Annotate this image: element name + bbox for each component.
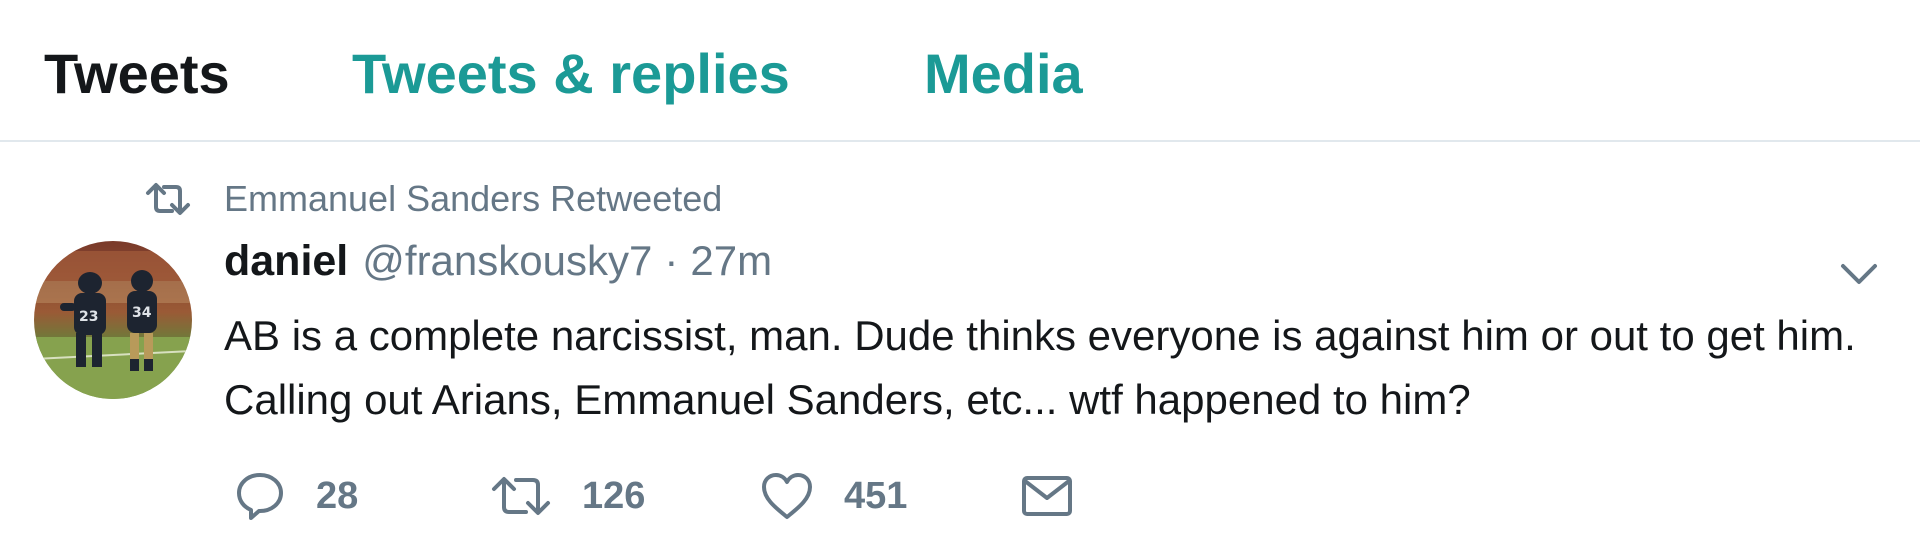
retweet-button[interactable]: 126 (490, 466, 645, 526)
like-count: 451 (844, 474, 908, 517)
tab-tweets-and-replies[interactable]: Tweets & replies (352, 42, 790, 106)
retweet-context-text: Emmanuel Sanders Retweeted (224, 178, 723, 219)
heart-icon (760, 471, 814, 521)
profile-tabs: Tweets Tweets & replies Media (0, 0, 1920, 142)
reply-count: 28 (316, 474, 359, 517)
tweet-actions: 28 126 451 (224, 466, 1224, 526)
tweet[interactable]: Emmanuel Sanders Retweeted 23 34 daniel … (0, 144, 1920, 553)
chevron-down-icon[interactable] (1835, 254, 1883, 294)
separator-dot: · (664, 237, 679, 284)
retweet-count: 126 (582, 474, 646, 517)
reply-icon (234, 470, 286, 522)
retweet-context: Emmanuel Sanders Retweeted (144, 174, 722, 224)
tweet-header: daniel @franskousky7 · 27m (224, 237, 772, 293)
svg-text:34: 34 (132, 305, 152, 321)
retweet-icon (144, 179, 192, 219)
envelope-icon (1020, 472, 1074, 520)
tweet-timestamp[interactable]: 27m (690, 237, 772, 285)
svg-text:23: 23 (79, 309, 98, 325)
tab-media[interactable]: Media (924, 42, 1083, 106)
avatar[interactable]: 23 34 (34, 241, 192, 399)
retweet-icon (490, 471, 552, 521)
tab-tweets[interactable]: Tweets (44, 42, 230, 106)
tweet-text: AB is a complete narcissist, man. Dude t… (224, 312, 1856, 423)
author-name[interactable]: daniel (224, 237, 348, 286)
reply-button[interactable]: 28 (234, 466, 358, 526)
author-handle[interactable]: @franskousky7 (362, 237, 652, 285)
direct-message-button[interactable] (1020, 466, 1074, 526)
like-button[interactable]: 451 (760, 466, 907, 526)
